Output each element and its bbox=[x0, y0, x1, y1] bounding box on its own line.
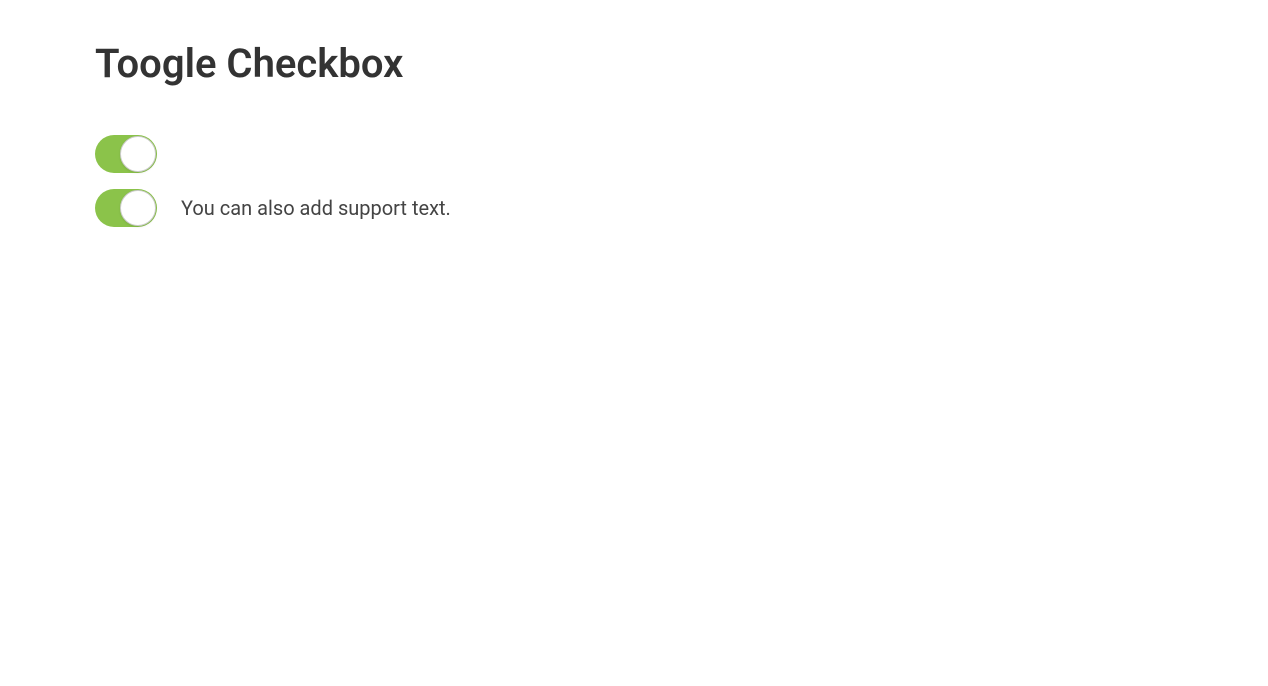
toggle-switch-2[interactable] bbox=[95, 189, 157, 227]
toggle-switch-1[interactable] bbox=[95, 135, 157, 173]
toggle-row-2: You can also add support text. bbox=[95, 189, 1173, 227]
toggle-row-1 bbox=[95, 135, 1173, 173]
toggle-knob-icon bbox=[120, 136, 156, 172]
page-title: Toogle Checkbox bbox=[95, 40, 1173, 87]
toggle-knob-icon bbox=[120, 190, 156, 226]
toggle-label-2: You can also add support text. bbox=[181, 196, 451, 220]
